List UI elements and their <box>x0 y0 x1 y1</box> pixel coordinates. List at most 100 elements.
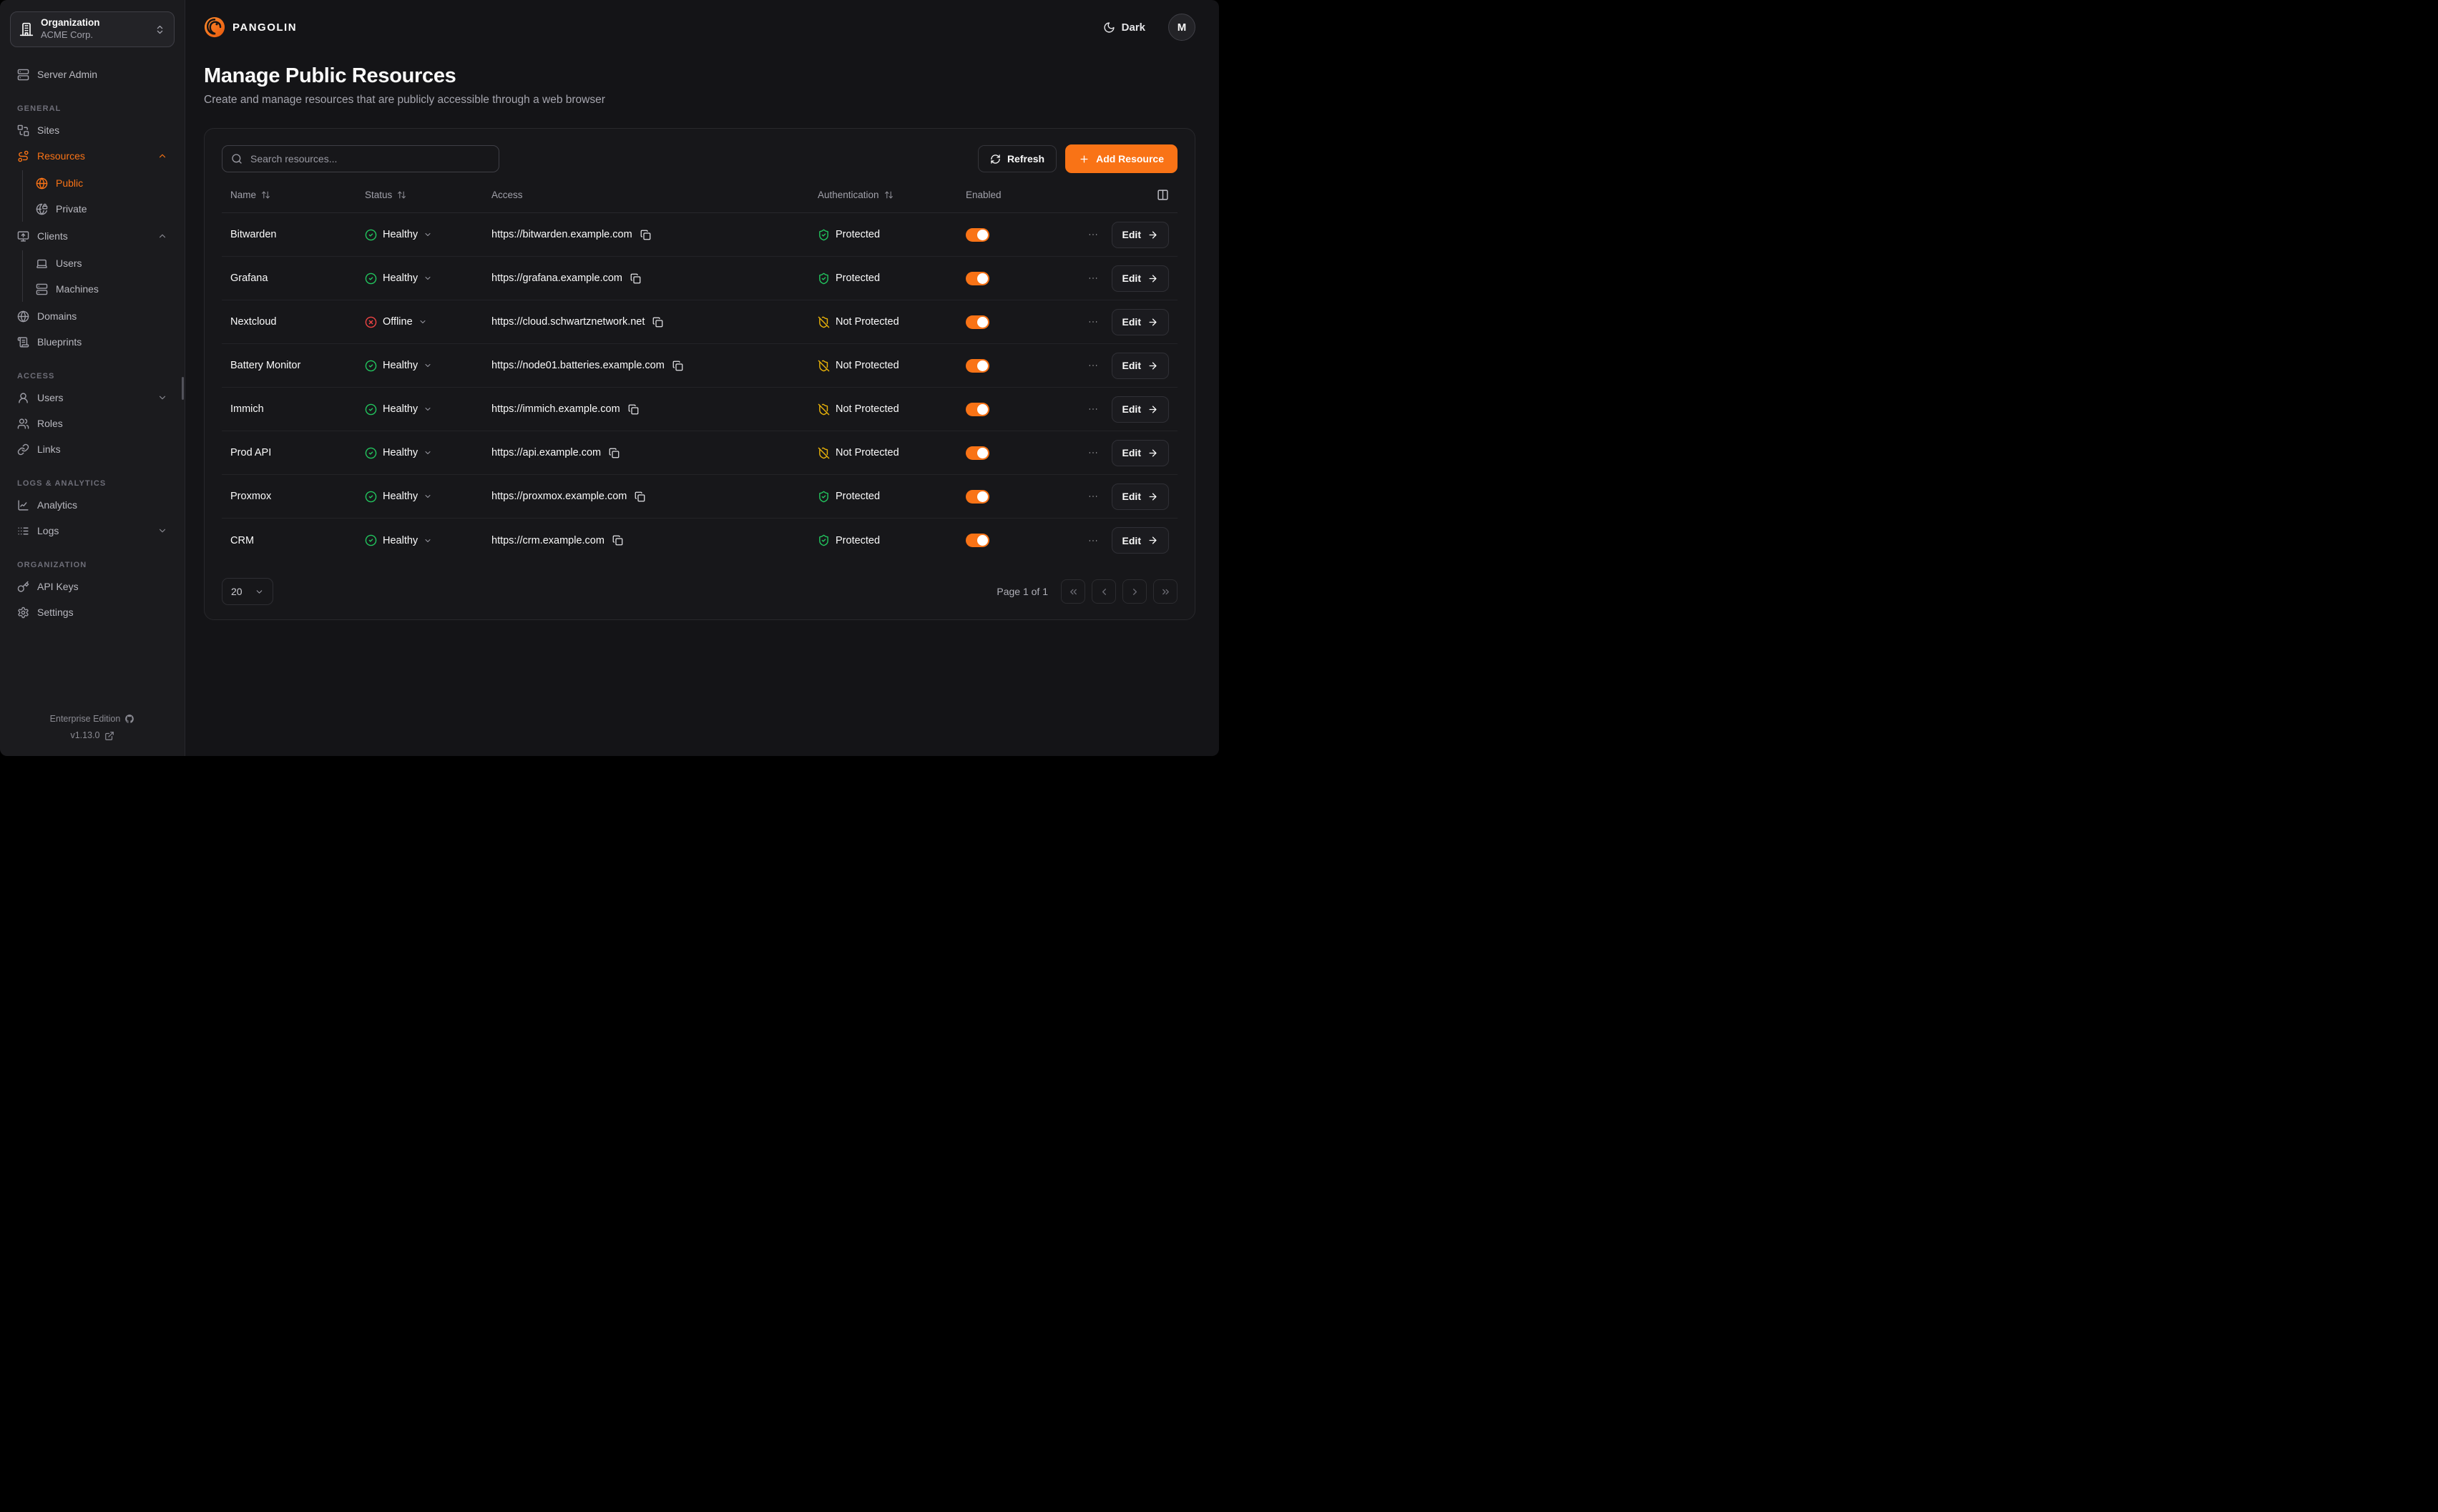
edit-button[interactable]: Edit <box>1112 483 1169 510</box>
sidebar-item-logs[interactable]: Logs <box>10 518 175 544</box>
enabled-toggle[interactable] <box>966 228 989 242</box>
column-header-status[interactable]: Status <box>356 190 483 200</box>
last-page-button[interactable] <box>1153 579 1178 604</box>
sidebar-item-links[interactable]: Links <box>10 436 175 462</box>
sidebar-item-analytics[interactable]: Analytics <box>10 492 175 518</box>
status-badge[interactable]: Healthy <box>356 534 483 546</box>
access-cell: https://api.example.com <box>483 447 809 458</box>
sidebar-item-label: Users <box>37 392 150 403</box>
resource-url[interactable]: https://grafana.example.com <box>491 273 622 284</box>
sidebar-item-sites[interactable]: Sites <box>10 117 175 143</box>
actions-cell: Edit <box>1064 309 1178 335</box>
edit-button[interactable]: Edit <box>1112 527 1169 554</box>
edit-label: Edit <box>1122 360 1141 371</box>
brand[interactable]: PANGOLIN <box>204 16 297 38</box>
github-icon[interactable] <box>124 714 134 724</box>
column-label: Access <box>491 190 523 200</box>
row-menu-button[interactable] <box>1086 402 1100 416</box>
edit-button[interactable]: Edit <box>1112 440 1169 466</box>
row-menu-button[interactable] <box>1086 358 1100 373</box>
status-badge[interactable]: Healthy <box>356 360 483 372</box>
status-badge[interactable]: Healthy <box>356 447 483 459</box>
row-menu-button[interactable] <box>1086 315 1100 329</box>
copy-url-button[interactable] <box>609 448 620 458</box>
copy-url-button[interactable] <box>652 317 663 328</box>
copy-url-button[interactable] <box>630 273 641 284</box>
route-icon <box>17 150 29 162</box>
column-header-authentication[interactable]: Authentication <box>809 190 957 200</box>
sidebar-item-users[interactable]: Users <box>10 385 175 411</box>
enabled-toggle[interactable] <box>966 272 989 285</box>
enabled-toggle[interactable] <box>966 315 989 329</box>
columns-icon[interactable] <box>1157 189 1169 201</box>
status-badge[interactable]: Offline <box>356 316 483 328</box>
actions-cell: Edit <box>1064 396 1178 423</box>
sidebar-item-blueprints[interactable]: Blueprints <box>10 329 175 355</box>
copy-url-button[interactable] <box>672 360 683 371</box>
row-menu-button[interactable] <box>1086 534 1100 548</box>
copy-url-button[interactable] <box>628 404 639 415</box>
sidebar-item-resources[interactable]: Resources <box>10 143 175 169</box>
ellipsis-icon <box>1087 273 1099 284</box>
external-link-icon[interactable] <box>104 731 114 741</box>
first-page-button[interactable] <box>1061 579 1085 604</box>
edit-button[interactable]: Edit <box>1112 265 1169 292</box>
copy-url-button[interactable] <box>612 535 623 546</box>
edit-label: Edit <box>1122 535 1141 546</box>
refresh-button[interactable]: Refresh <box>978 145 1057 172</box>
status-badge[interactable]: Healthy <box>356 491 483 503</box>
enabled-toggle[interactable] <box>966 359 989 373</box>
enabled-toggle[interactable] <box>966 534 989 547</box>
enabled-toggle[interactable] <box>966 403 989 416</box>
enabled-toggle[interactable] <box>966 446 989 460</box>
copy-url-button[interactable] <box>635 491 645 502</box>
sidebar-item-settings[interactable]: Settings <box>10 599 175 625</box>
sidebar-item-client-users[interactable]: Users <box>29 250 175 276</box>
sidebar-item-api-keys[interactable]: API Keys <box>10 574 175 599</box>
prev-page-button[interactable] <box>1092 579 1116 604</box>
sidebar-item-public[interactable]: Public <box>29 170 175 196</box>
moon-icon <box>1103 21 1115 34</box>
theme-toggle-button[interactable]: Dark <box>1099 21 1150 34</box>
row-menu-button[interactable] <box>1086 271 1100 285</box>
sidebar-item-machines[interactable]: Machines <box>29 276 175 302</box>
resource-url[interactable]: https://node01.batteries.example.com <box>491 360 665 371</box>
enabled-toggle[interactable] <box>966 490 989 504</box>
resource-url[interactable]: https://immich.example.com <box>491 403 620 415</box>
sidebar-item-clients[interactable]: Clients <box>10 223 175 249</box>
status-badge[interactable]: Healthy <box>356 229 483 241</box>
resource-url[interactable]: https://proxmox.example.com <box>491 491 627 502</box>
copy-icon <box>609 448 620 458</box>
sidebar-item-domains[interactable]: Domains <box>10 303 175 329</box>
page-size-select[interactable]: 20 <box>222 578 273 605</box>
resource-url[interactable]: https://api.example.com <box>491 447 601 458</box>
row-menu-button[interactable] <box>1086 489 1100 504</box>
next-page-button[interactable] <box>1122 579 1147 604</box>
row-menu-button[interactable] <box>1086 227 1100 242</box>
chevron-down-icon <box>424 536 432 545</box>
search-input[interactable] <box>249 152 490 165</box>
sidebar-item-server-admin[interactable]: Server Admin <box>10 62 175 87</box>
sidebar-item-roles[interactable]: Roles <box>10 411 175 436</box>
resource-name: Battery Monitor <box>222 360 356 371</box>
page-subtitle: Create and manage resources that are pub… <box>204 94 1195 107</box>
edit-button[interactable]: Edit <box>1112 396 1169 423</box>
sidebar-item-private[interactable]: Private <box>29 196 175 222</box>
edit-button[interactable]: Edit <box>1112 353 1169 379</box>
edit-button[interactable]: Edit <box>1112 222 1169 248</box>
status-badge[interactable]: Healthy <box>356 403 483 416</box>
row-menu-button[interactable] <box>1086 446 1100 460</box>
toggle-knob <box>977 448 988 458</box>
edit-label: Edit <box>1122 229 1141 240</box>
avatar[interactable]: M <box>1168 14 1195 41</box>
edit-button[interactable]: Edit <box>1112 309 1169 335</box>
column-header-name[interactable]: Name <box>222 190 356 200</box>
status-badge[interactable]: Healthy <box>356 273 483 285</box>
org-selector[interactable]: Organization ACME Corp. <box>10 11 175 47</box>
add-resource-button[interactable]: Add Resource <box>1065 144 1178 173</box>
copy-url-button[interactable] <box>640 230 651 240</box>
resource-url[interactable]: https://cloud.schwartznetwork.net <box>491 316 645 328</box>
resource-url[interactable]: https://crm.example.com <box>491 535 604 546</box>
sidebar-scrollbar[interactable] <box>182 377 184 400</box>
resource-url[interactable]: https://bitwarden.example.com <box>491 229 632 240</box>
